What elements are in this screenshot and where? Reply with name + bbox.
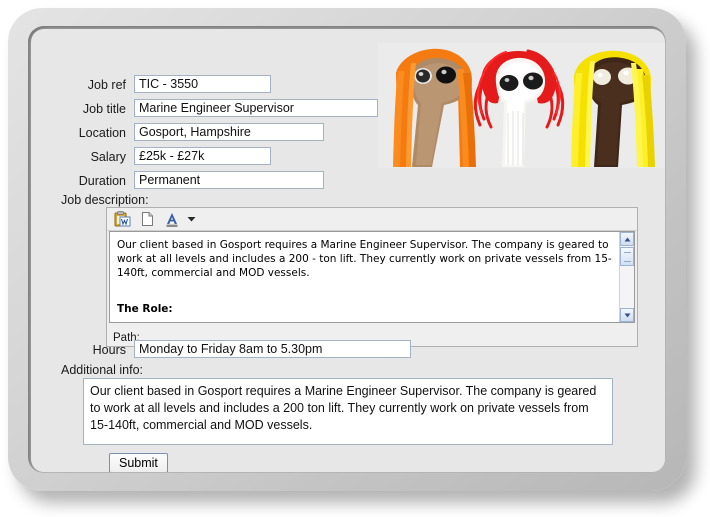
editor-paragraph: Our client based in Gosport requires a M… [117, 239, 612, 279]
label-job-description: Job description: [61, 193, 149, 207]
input-salary[interactable] [134, 147, 271, 165]
input-hours[interactable] [134, 340, 411, 358]
editor-blank-line [117, 280, 613, 302]
puppet-yellow [571, 50, 655, 168]
label-duration: Duration [78, 173, 126, 188]
textarea-additional-info[interactable] [83, 378, 613, 445]
chevron-down-icon[interactable] [187, 210, 196, 228]
label-job-title: Job title [82, 101, 126, 116]
scrollbar-thumb[interactable] [620, 247, 634, 266]
form-row-job-title: Job title [31, 99, 378, 118]
form-row-job-ref: Job ref [31, 75, 271, 94]
scroll-up-arrow-icon[interactable] [620, 232, 634, 246]
input-location[interactable] [134, 123, 324, 141]
label-job-ref: Job ref [87, 77, 126, 92]
sock-puppets-photo [378, 43, 665, 168]
editor-body-wrap: Our client based in Gosport requires a M… [109, 231, 635, 323]
rich-text-editor: Our client based in Gosport requires a M… [106, 207, 638, 347]
paste-from-word-icon[interactable] [112, 210, 132, 228]
editor-content-area[interactable]: Our client based in Gosport requires a M… [110, 232, 619, 322]
puppet-orange [393, 48, 476, 167]
label-additional-info: Additional info: [61, 363, 144, 377]
scrollbar-thumb-grip [623, 251, 631, 262]
submit-button[interactable]: Submit [109, 453, 168, 472]
scroll-down-arrow-icon[interactable] [620, 308, 634, 322]
editor-toolbar [107, 208, 637, 231]
screen-content: Job ref Job title Location Salary Durati… [31, 29, 665, 472]
new-document-icon[interactable] [137, 210, 157, 228]
editor-heading-the-role: The Role: [117, 303, 173, 315]
label-hours: Hours [92, 342, 126, 357]
input-job-title[interactable] [134, 99, 378, 117]
input-duration[interactable] [134, 171, 324, 189]
sock-puppets-illustration [378, 43, 665, 168]
label-salary: Salary [90, 149, 126, 164]
form-row-duration: Duration [31, 171, 324, 190]
input-job-ref[interactable] [134, 75, 271, 93]
text-color-icon[interactable] [162, 210, 182, 228]
form-row-location: Location [31, 123, 324, 142]
label-location: Location [78, 125, 126, 140]
form-row-salary: Salary [31, 147, 271, 166]
editor-vertical-scrollbar[interactable] [619, 232, 634, 322]
form-row-hours: Hours [31, 340, 411, 359]
device-bezel: Job ref Job title Location Salary Durati… [8, 8, 686, 491]
